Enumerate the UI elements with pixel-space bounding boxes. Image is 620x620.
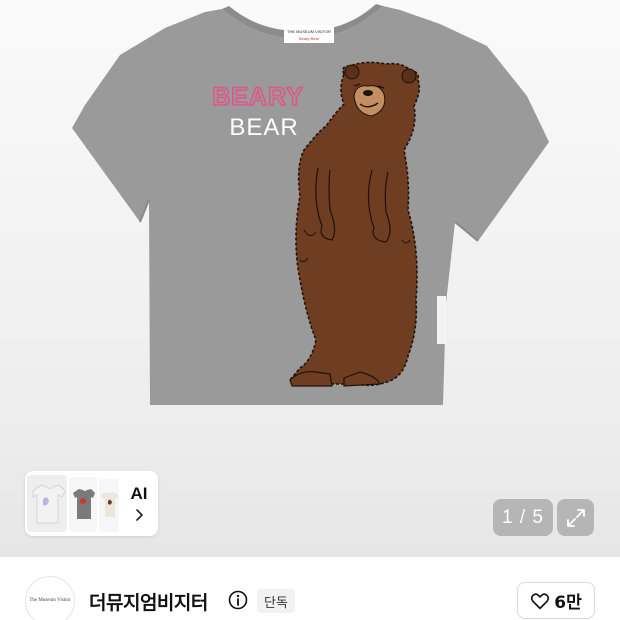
brand-info-bar: The Museum Visitor 더뮤지엄비지터 단독 6만 bbox=[0, 557, 620, 620]
collar-tag-subtext: Beary Bear bbox=[299, 36, 320, 41]
ai-label: AI bbox=[130, 484, 148, 503]
heart-icon bbox=[531, 592, 550, 609]
print-text-bear: BEAR bbox=[229, 114, 298, 141]
brand-name[interactable]: 더뮤지엄비지터 bbox=[89, 588, 208, 615]
side-label bbox=[437, 296, 446, 344]
ai-link[interactable]: AI bbox=[120, 471, 158, 536]
exclusive-badge: 단독 bbox=[257, 589, 295, 613]
brand-logo[interactable]: The Museum Visitor bbox=[25, 576, 75, 620]
image-counter: 1 / 5 bbox=[493, 499, 553, 536]
print-text-beary: BEARY bbox=[212, 83, 304, 111]
ai-thumbnail-card[interactable]: AI bbox=[25, 471, 158, 536]
like-count: 6만 bbox=[554, 593, 582, 613]
brand-logo-text: The Museum Visitor bbox=[29, 598, 71, 604]
product-image-gallery[interactable]: THE MUSEUM VISITOR Beary Bear BEARY BEAR bbox=[0, 0, 620, 557]
thumbnail-images bbox=[25, 471, 120, 536]
chevron-right-icon bbox=[136, 509, 143, 521]
info-icon[interactable] bbox=[228, 590, 248, 610]
expand-icon bbox=[566, 508, 585, 527]
expand-button[interactable] bbox=[557, 499, 594, 536]
like-button[interactable]: 6만 bbox=[517, 582, 595, 619]
collar-tag-text: THE MUSEUM VISITOR bbox=[287, 29, 331, 34]
